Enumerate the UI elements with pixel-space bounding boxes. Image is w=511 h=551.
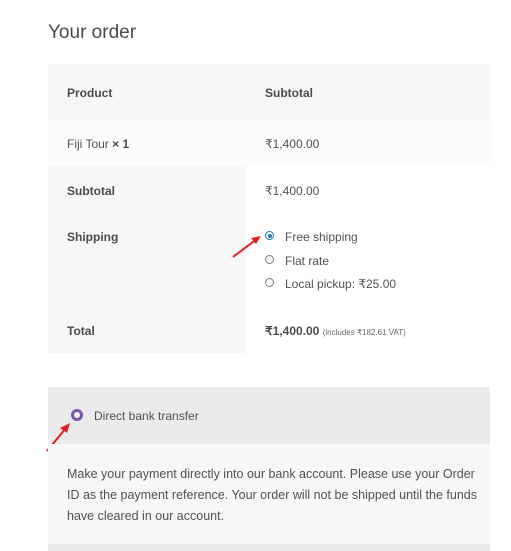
item-name: Fiji Tour × 1 [67,137,129,151]
payment-description: Make your payment directly into our bank… [67,467,477,523]
shipping-radio-free[interactable] [265,231,274,240]
subtotal-label: Subtotal [67,184,115,198]
column-header-product: Product [67,86,113,100]
page-title: Your order [48,22,137,43]
total-tax-note: (includes ₹182.61 VAT) [322,328,406,337]
shipping-radio-flat[interactable] [265,255,274,264]
item-product-name: Fiji Tour [67,137,109,151]
total-value: ₹1,400.00 [265,324,320,338]
shipping-option-flat[interactable]: Flat rate [285,254,329,268]
payment-footer-strip [48,544,490,551]
subtotal-value: ₹1,400.00 [265,184,320,198]
shipping-option-pickup[interactable]: Local pickup: ₹25.00 [285,277,396,291]
shipping-radio-pickup[interactable] [265,278,274,287]
column-header-subtotal: Subtotal [265,86,313,100]
item-quantity: × 1 [112,137,130,151]
shipping-label: Shipping [67,230,119,244]
total-value-wrap: ₹1,400.00 (includes ₹182.61 VAT) [265,324,406,338]
total-label: Total [67,324,95,338]
shipping-option-free[interactable]: Free shipping [285,230,358,244]
item-price: ₹1,400.00 [265,137,320,151]
annotation-arrow-icon [232,236,261,258]
payment-method-label[interactable]: Direct bank transfer [94,409,199,423]
